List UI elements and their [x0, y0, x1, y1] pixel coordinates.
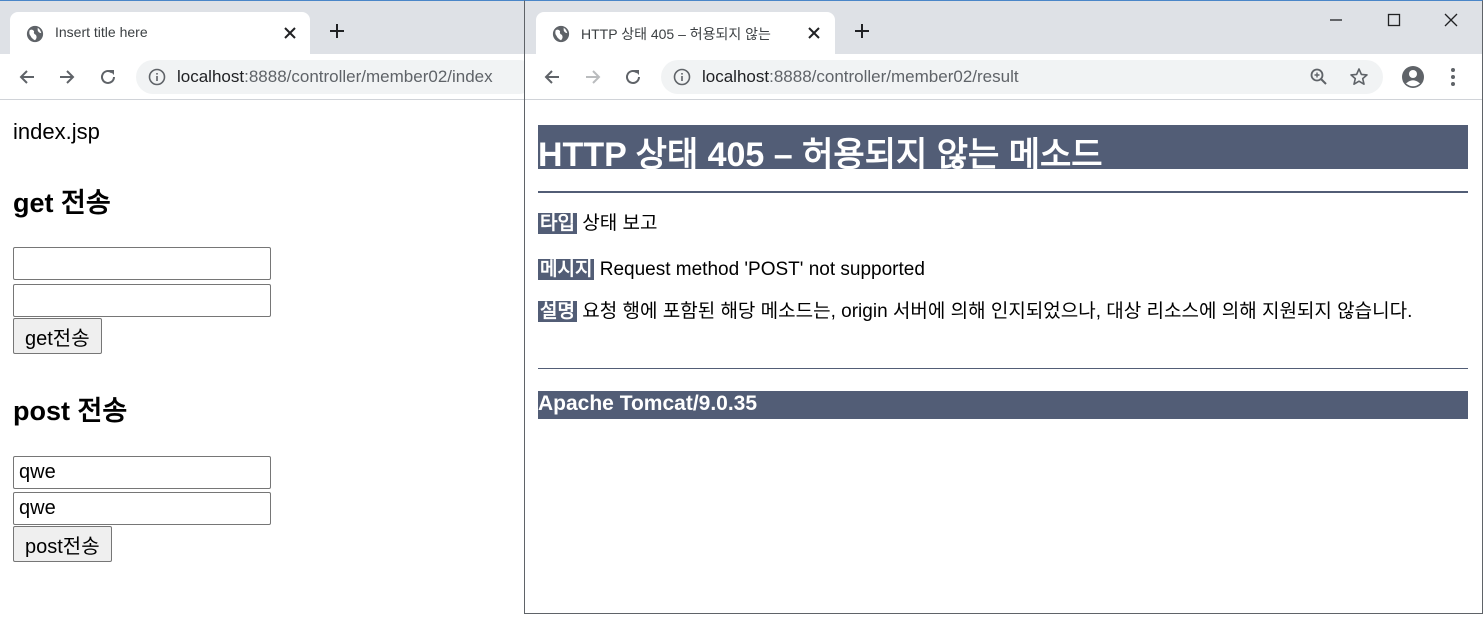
type-value: 상태 보고 — [582, 213, 658, 234]
post-submit-button[interactable]: post전송 — [13, 526, 112, 562]
post-field-1[interactable] — [13, 456, 271, 489]
tab-strip: Insert title here — [0, 1, 525, 54]
error-heading: HTTP 상태 405 – 허용되지 않는 메소드 — [538, 125, 1468, 174]
divider — [538, 368, 1468, 369]
message-label: 메시지 — [538, 259, 595, 280]
get-field-2[interactable] — [13, 284, 271, 317]
get-field-1[interactable] — [13, 247, 271, 280]
tab-title: Insert title here — [55, 24, 148, 40]
tab-strip: HTTP 상태 405 – 허용되지 않는 — [525, 1, 1482, 54]
description-label: 설명 — [538, 301, 577, 322]
divider — [538, 191, 1468, 193]
page-content: index.jsp get 전송 get전송 post 전송 post전송 — [0, 101, 525, 618]
tab-error[interactable]: HTTP 상태 405 – 허용되지 않는 — [536, 12, 835, 54]
toolbar: localhost:8888/controller/member02/resul… — [525, 54, 1482, 100]
menu-kebab-icon[interactable] — [1443, 66, 1463, 88]
profile-icon[interactable] — [1401, 65, 1425, 89]
new-tab-icon[interactable] — [852, 21, 872, 41]
error-page-content: HTTP 상태 405 – 허용되지 않는 메소드 타입 상태 보고 메시지 R… — [525, 101, 1482, 613]
reload-icon[interactable] — [622, 66, 644, 88]
tab-title: HTTP 상태 405 – 허용되지 않는 — [581, 26, 771, 42]
reload-icon[interactable] — [97, 66, 119, 88]
url-text: localhost:8888/controller/member02/index — [177, 67, 493, 86]
forward-icon[interactable] — [582, 66, 604, 88]
new-tab-icon[interactable] — [327, 21, 347, 41]
back-icon[interactable] — [16, 66, 38, 88]
url-text: localhost:8888/controller/member02/resul… — [702, 67, 1019, 86]
tab-index[interactable]: Insert title here — [10, 12, 310, 54]
minimize-icon[interactable] — [1325, 9, 1347, 31]
zoom-icon[interactable] — [1309, 67, 1329, 87]
bookmark-star-icon[interactable] — [1349, 67, 1369, 87]
post-field-2[interactable] — [13, 492, 271, 525]
post-heading: post 전송 — [13, 396, 128, 426]
message-value: Request method 'POST' not supported — [599, 259, 925, 280]
type-row: 타입 상태 보고 — [538, 212, 1458, 236]
close-window-icon[interactable] — [1440, 9, 1462, 31]
close-tab-icon[interactable] — [804, 23, 824, 43]
description-value: 요청 행에 포함된 해당 메소드는, origin 서버에 의해 인지되었으나,… — [582, 301, 1413, 322]
toolbar: localhost:8888/controller/member02/index — [0, 54, 525, 100]
left-browser-window: Insert title here localhost:8888/control… — [0, 0, 525, 618]
back-icon[interactable] — [541, 66, 563, 88]
message-row: 메시지 Request method 'POST' not supported — [538, 258, 1458, 282]
globe-icon — [552, 25, 570, 43]
get-heading: get 전송 — [13, 188, 111, 218]
get-submit-button[interactable]: get전송 — [13, 318, 102, 354]
forward-icon[interactable] — [56, 66, 78, 88]
address-bar[interactable]: localhost:8888/controller/member02/index — [136, 60, 525, 94]
server-footer: Apache Tomcat/9.0.35 — [538, 391, 1468, 419]
info-icon[interactable] — [148, 68, 166, 86]
address-bar[interactable]: localhost:8888/controller/member02/resul… — [661, 60, 1383, 94]
globe-icon — [26, 25, 44, 43]
page-file-name: index.jsp — [13, 119, 100, 144]
type-label: 타입 — [538, 213, 577, 234]
right-browser-window: HTTP 상태 405 – 허용되지 않는 localhost:8888/con… — [524, 0, 1483, 614]
maximize-icon[interactable] — [1383, 9, 1405, 31]
info-icon[interactable] — [673, 68, 691, 86]
description-row: 설명 요청 행에 포함된 해당 메소드는, origin 서버에 의해 인지되었… — [538, 300, 1458, 324]
close-tab-icon[interactable] — [280, 23, 300, 43]
